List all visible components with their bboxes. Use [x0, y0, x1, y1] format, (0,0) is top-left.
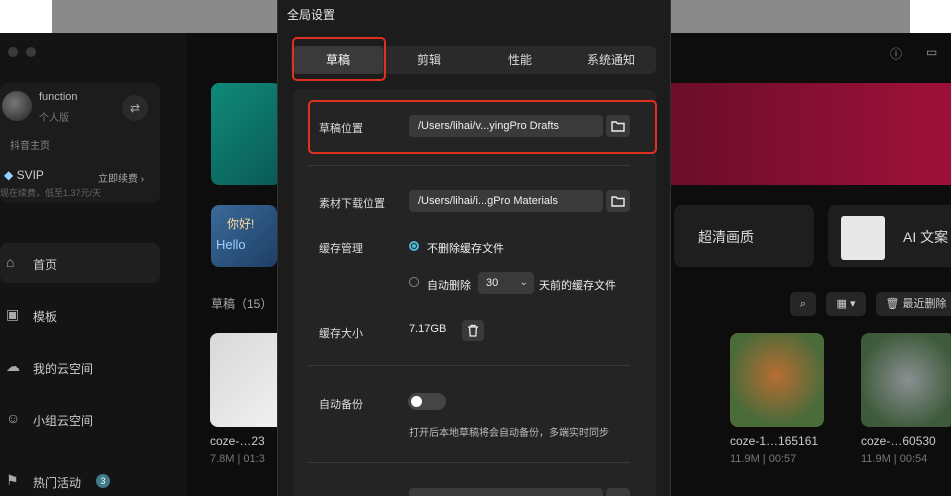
- sidebar-item-team-cloud[interactable]: ☺ 小组云空间: [0, 399, 160, 439]
- partial-folder-button[interactable]: [606, 488, 630, 496]
- window-minimize-dot[interactable]: [26, 47, 36, 57]
- hd-quality-label: 超清画质: [698, 229, 754, 245]
- svip-label: ◆ SVIP: [4, 168, 44, 182]
- sidebar-item-label: 首页: [33, 258, 58, 272]
- recent-delete-button[interactable]: 🗑 最近删除: [876, 292, 951, 316]
- sidebar-item-my-cloud[interactable]: ☁ 我的云空间: [0, 347, 160, 387]
- drafts-title: 草稿（15）: [211, 297, 273, 311]
- username: function: [39, 91, 78, 103]
- team-icon: ☺: [6, 410, 21, 426]
- divider: [308, 462, 630, 463]
- dialog-title: 全局设置: [287, 8, 336, 22]
- partial-path-field[interactable]: [409, 488, 603, 496]
- homepage-link[interactable]: 抖音主页: [10, 137, 50, 152]
- cache-auto-radio[interactable]: [409, 277, 419, 287]
- help-icon[interactable]: ⓘ: [890, 45, 902, 62]
- cache-size-label: 缓存大小: [319, 328, 363, 340]
- material-location-folder-button[interactable]: [606, 190, 630, 212]
- cache-days-select[interactable]: 30 ⌄: [478, 272, 534, 294]
- folder-icon: [611, 196, 625, 207]
- ai-copy-thumbnail: [841, 216, 885, 260]
- draft-name: coze-…60530: [861, 434, 936, 448]
- auto-backup-hint: 打开后本地草稿将会自动备份，多端实时同步: [409, 428, 609, 439]
- highlight-box-draft-location: [308, 100, 657, 154]
- settings-dialog: 全局设置 草稿 剪辑 性能 系统通知 草稿位置 /Users/lihai/v..…: [277, 0, 671, 496]
- material-location-field[interactable]: /Users/lihai/i...gPro Materials: [409, 190, 603, 212]
- svip-subtext: 现在续费，低至1.37元/天: [0, 188, 102, 198]
- tab-notifications[interactable]: 系统通知: [566, 46, 656, 74]
- sidebar: function 个人版 ⇄ 抖音主页 ◆ SVIP 立即续费 › 现在续费，低…: [0, 33, 186, 496]
- hello-card-text: 你好!: [227, 217, 255, 231]
- cache-auto-label: 自动删除: [427, 280, 471, 292]
- chevron-down-icon: ⌄: [519, 277, 528, 288]
- draft-meta: 11.9M | 00:57: [730, 453, 797, 465]
- highlight-box-tab: [292, 37, 386, 81]
- draft-name: coze-…23: [210, 434, 265, 448]
- sidebar-item-label: 小组云空间: [33, 414, 94, 428]
- draft-meta: 7.8M | 01:3: [210, 453, 265, 465]
- banner-left[interactable]: [211, 83, 281, 185]
- cache-keep-label: 不删除缓存文件: [427, 243, 504, 255]
- divider: [308, 165, 630, 166]
- sidebar-item-label: 我的云空间: [33, 362, 94, 376]
- trash-icon: [468, 324, 478, 337]
- cache-mgmt-label: 缓存管理: [319, 243, 363, 255]
- auto-backup-toggle[interactable]: [408, 393, 446, 410]
- cloud-icon: ☁: [6, 358, 20, 374]
- ai-copy-label: AI 文案: [903, 229, 949, 245]
- switch-account-icon[interactable]: ⇄: [122, 95, 148, 121]
- banner-right[interactable]: [666, 83, 951, 185]
- sidebar-item-label: 模板: [33, 310, 58, 324]
- cache-size-value: 7.17GB: [409, 323, 447, 335]
- user-type: 个人版: [39, 113, 69, 124]
- diamond-icon: ◆: [4, 168, 17, 182]
- tab-editing[interactable]: 剪辑: [384, 46, 474, 74]
- material-location-label: 素材下载位置: [319, 198, 385, 210]
- tab-performance[interactable]: 性能: [475, 46, 565, 74]
- sidebar-item-templates[interactable]: ▣ 模板: [0, 295, 160, 335]
- flag-icon: ⚑: [6, 472, 19, 488]
- auto-backup-label: 自动备份: [319, 399, 363, 411]
- draft-thumbnail[interactable]: [861, 333, 951, 427]
- avatar[interactable]: [2, 91, 32, 121]
- view-toggle-button[interactable]: ▦ ▾: [826, 292, 866, 316]
- clear-cache-button[interactable]: [462, 320, 484, 341]
- sidebar-item-label: 热门活动: [33, 476, 82, 490]
- template-icon: ▣: [6, 306, 20, 322]
- search-icon[interactable]: ⌕: [790, 292, 816, 316]
- draft-name: coze-1…165161: [730, 434, 819, 448]
- divider: [308, 365, 630, 366]
- sidebar-item-events[interactable]: ⚑ 热门活动 3: [0, 461, 160, 496]
- draft-meta: 11.9M | 00:54: [861, 453, 928, 465]
- events-badge: 3: [96, 474, 110, 488]
- hello-card-text-en: Hello: [216, 237, 246, 252]
- cache-days-suffix: 天前的缓存文件: [539, 280, 616, 292]
- cache-keep-radio[interactable]: [409, 241, 419, 251]
- renew-link[interactable]: 立即续费 ›: [98, 170, 144, 185]
- sidebar-item-home[interactable]: ⌂ 首页: [0, 243, 160, 283]
- trash-icon: 🗑: [885, 298, 900, 310]
- window-close-dot[interactable]: [8, 47, 18, 57]
- message-icon[interactable]: ▭: [926, 45, 937, 59]
- home-icon: ⌂: [6, 254, 15, 270]
- draft-thumbnail[interactable]: [730, 333, 824, 427]
